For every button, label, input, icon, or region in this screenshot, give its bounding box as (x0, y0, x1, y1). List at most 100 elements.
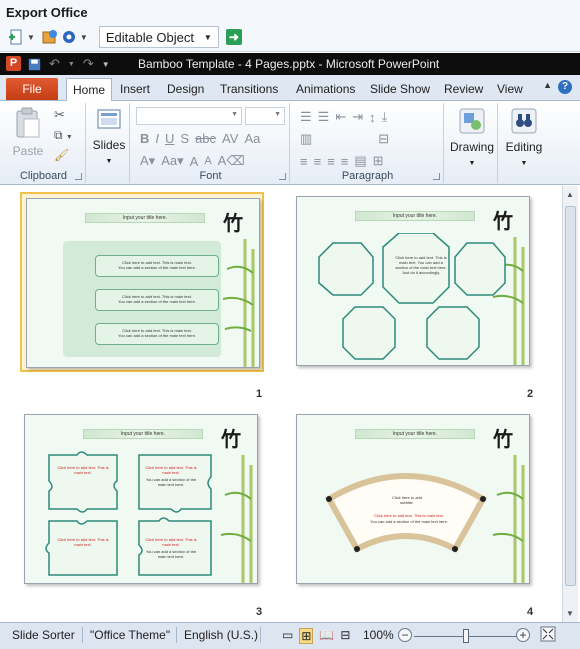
new-document-icon[interactable] (8, 29, 24, 45)
settings-gear-icon[interactable] (61, 29, 77, 45)
normal-view-icon[interactable]: ▭ (282, 628, 293, 644)
numbering-icon[interactable]: ☰ (318, 109, 330, 125)
undo-dropdown-icon[interactable]: ▼ (68, 61, 75, 68)
powerpoint-logo-icon[interactable]: P (6, 56, 21, 71)
status-language[interactable]: English (U.S.) (184, 628, 258, 642)
increase-indent-icon[interactable]: ⇥ (352, 109, 363, 125)
font-launcher-icon[interactable] (279, 173, 286, 180)
scroll-down-icon[interactable]: ▼ (566, 609, 574, 618)
columns-icon[interactable]: ▥ (300, 131, 312, 147)
slide-thumbnail-4[interactable]: Input your title here. 竹 Click here to a… (292, 410, 536, 590)
strikethrough-icon[interactable]: abc (195, 131, 216, 146)
save-icon[interactable] (28, 58, 41, 71)
align-right-icon[interactable]: ≡ (327, 154, 335, 169)
smartart-icon[interactable]: ⊞ (373, 153, 384, 169)
drawing-button[interactable]: Drawing ▼ (448, 107, 496, 168)
align-left-icon[interactable]: ≡ (300, 154, 308, 169)
new-slide-button[interactable]: Slides ▼ (92, 107, 126, 166)
scrollbar-thumb[interactable] (565, 206, 576, 586)
vertical-scrollbar[interactable]: ▲ ▼ (562, 186, 578, 622)
tab-animations[interactable]: Animations (290, 78, 361, 101)
export-tools: ▼ ▼ Editable Object ▼ ➜ (8, 26, 242, 48)
reading-view-icon[interactable]: 📖 (319, 628, 334, 644)
underline-icon[interactable]: U (165, 131, 174, 146)
slide-1-box-2-line-2: You can add a section of the main text h… (118, 299, 196, 304)
paragraph-launcher-icon[interactable] (433, 173, 440, 180)
font-name-box[interactable]: ▼ (136, 107, 242, 125)
scroll-up-icon[interactable]: ▲ (566, 190, 574, 199)
font-size-box[interactable]: ▼ (245, 107, 285, 125)
increase-font-icon[interactable]: A (190, 154, 199, 169)
slide-3-title: Input your title here. (83, 429, 203, 439)
tab-insert[interactable]: Insert (114, 78, 156, 101)
slide-3-piece-2-red: Click here to add text. This is main tex… (145, 465, 197, 475)
decrease-indent-icon[interactable]: ⇤ (335, 109, 346, 125)
window-title: Bamboo Template - 4 Pages.pptx - Microso… (138, 57, 440, 71)
align-text-icon[interactable]: ⊟ (378, 131, 389, 147)
cut-icon[interactable]: ✂ (54, 107, 73, 123)
text-direction-icon[interactable]: ⤓ (382, 109, 388, 125)
quick-access-toolbar: ↶ ▼ ↷ ▼ (28, 56, 110, 72)
slide-number-1: 1 (256, 388, 263, 400)
settings-dropdown-icon[interactable]: ▼ (80, 33, 88, 42)
slide-sorter-view-icon[interactable]: ⊞ (299, 628, 314, 644)
tab-home[interactable]: Home (66, 78, 113, 101)
italic-icon[interactable]: I (155, 131, 159, 146)
slide-show-view-icon[interactable]: ⊟ (340, 628, 350, 644)
tab-file[interactable]: File (6, 78, 58, 100)
zoom-in-icon[interactable]: + (516, 628, 530, 642)
shadow-icon[interactable]: S (180, 131, 189, 146)
change-case-icon[interactable]: Aa (244, 131, 260, 146)
export-office-title: Export Office (6, 5, 88, 20)
bold-icon[interactable]: B (140, 131, 149, 146)
export-mode-select[interactable]: Editable Object ▼ (98, 26, 219, 48)
grow-font-icon[interactable]: Aa▾ (161, 153, 183, 169)
tab-design[interactable]: Design (161, 78, 210, 101)
status-view-name: Slide Sorter (12, 628, 75, 642)
redo-icon[interactable]: ↷ (83, 56, 94, 72)
slide-thumbnail-1[interactable]: Input your title here. 竹 Click here to a… (20, 192, 264, 372)
fit-to-window-icon[interactable] (540, 626, 556, 645)
format-painter-icon[interactable]: 🖌 (54, 148, 73, 162)
new-dropdown-icon[interactable]: ▼ (27, 33, 35, 42)
export-mode-value: Editable Object (105, 29, 195, 45)
status-theme[interactable]: "Office Theme" (90, 628, 170, 642)
font-format-row: B I U S abc AV Aa (140, 131, 260, 146)
bullets-icon[interactable]: ☰ (300, 109, 312, 125)
slides-dropdown-icon: ▼ (105, 158, 113, 165)
slide-3-piece-4-black: You can add a section of the main text h… (145, 549, 197, 559)
clipboard-launcher-icon[interactable] (75, 173, 82, 180)
slide-1-title: Input your title here. (85, 213, 205, 223)
view-buttons: ▭ ⊞ 📖 ⊟ (282, 628, 350, 644)
tab-view[interactable]: View (491, 78, 529, 101)
slide-thumbnail-3[interactable]: Input your title here. 竹 Click here to a… (20, 410, 264, 590)
editing-dropdown-icon: ▼ (520, 160, 528, 167)
line-spacing-icon[interactable]: ↕ (369, 110, 376, 125)
help-icon[interactable]: ? (558, 80, 572, 94)
slide-2-bamboo-glyph: 竹 (493, 209, 513, 233)
export-go-button[interactable]: ➜ (225, 29, 242, 45)
char-spacing-icon[interactable]: AV (222, 131, 238, 146)
tab-transitions[interactable]: Transitions (214, 78, 284, 101)
zoom-slider-thumb[interactable] (463, 629, 469, 643)
customize-qat-icon[interactable]: ▼ (102, 60, 110, 69)
slide-thumbnail-2[interactable]: Input your title here. 竹 Click here to a… (292, 192, 536, 372)
align-center-icon[interactable]: ≡ (314, 154, 322, 169)
font-color-icon[interactable]: A▾ (140, 153, 155, 169)
paste-button[interactable]: Paste (8, 107, 48, 158)
copy-icon[interactable]: ⧉ ▼ (54, 128, 73, 143)
collapse-ribbon-icon[interactable]: ▲ (543, 80, 552, 90)
slide-number-4: 4 (527, 606, 534, 618)
distribute-icon[interactable]: ▤ (354, 153, 366, 169)
clear-formatting-icon[interactable]: A⌫ (218, 153, 245, 169)
tab-review[interactable]: Review (438, 78, 489, 101)
justify-icon[interactable]: ≡ (341, 154, 349, 169)
export-icon[interactable] (42, 29, 58, 45)
undo-icon[interactable]: ↶ (49, 56, 60, 72)
zoom-percent[interactable]: 100% (363, 628, 394, 642)
tab-slide-show[interactable]: Slide Show (364, 78, 436, 101)
editing-button[interactable]: Editing ▼ (502, 107, 546, 168)
editing-label: Editing (505, 140, 543, 154)
zoom-out-icon[interactable]: − (398, 628, 412, 642)
decrease-font-icon[interactable]: A (204, 155, 211, 167)
